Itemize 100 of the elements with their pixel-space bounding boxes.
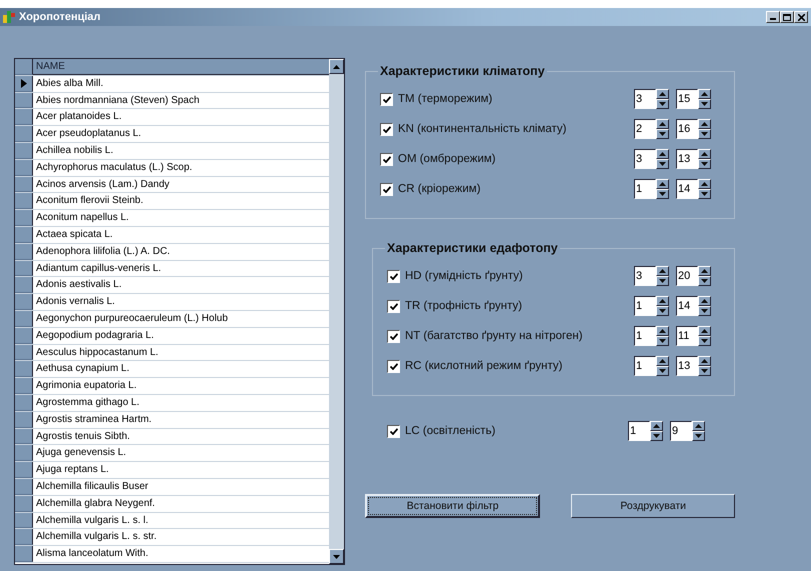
table-cell[interactable]: Alchemilla vulgaris L. s. str. — [33, 529, 329, 546]
spin-field[interactable]: 11 — [676, 326, 698, 346]
spin-up-button[interactable] — [692, 421, 705, 431]
row-indicator[interactable] — [15, 260, 33, 276]
spin-down-button[interactable] — [698, 99, 711, 109]
spin-field[interactable]: 1 — [634, 356, 656, 376]
table-cell[interactable]: Agrostemma githago L. — [33, 394, 329, 411]
spin-up-button[interactable] — [656, 149, 669, 159]
table-cell[interactable]: Agrimonia eupatoria L. — [33, 378, 329, 394]
spin-up-button[interactable] — [656, 266, 669, 276]
spin-field[interactable]: 1 — [634, 296, 656, 316]
spin-down-button[interactable] — [650, 431, 663, 441]
table-cell[interactable]: Adiantum capillus-veneris L. — [33, 260, 329, 276]
spin-down-button[interactable] — [698, 306, 711, 316]
table-cell[interactable]: Aethusa cynapium L. — [33, 361, 329, 378]
spin-up-button[interactable] — [656, 89, 669, 99]
spin-down-button[interactable] — [698, 366, 711, 376]
checkbox[interactable] — [380, 122, 393, 136]
table-cell[interactable]: Ajuga reptans L. — [33, 462, 329, 478]
spin-down-button[interactable] — [656, 276, 669, 286]
spin-up-button[interactable] — [698, 266, 711, 276]
row-indicator[interactable] — [15, 160, 33, 176]
spin-down-button[interactable] — [692, 431, 705, 441]
table-cell[interactable]: Alchemilla vulgaris L. s. l. — [33, 512, 329, 528]
spin-up-button[interactable] — [656, 296, 669, 306]
table-cell[interactable]: Adenophora lilifolia (L.) A. DC. — [33, 244, 329, 260]
checkbox[interactable] — [387, 424, 400, 438]
row-indicator[interactable] — [15, 428, 33, 444]
row-indicator[interactable] — [15, 142, 33, 159]
spin-down-button[interactable] — [656, 336, 669, 346]
row-indicator[interactable] — [15, 193, 33, 210]
spin-down-button[interactable] — [698, 159, 711, 169]
spin-field[interactable]: 15 — [676, 89, 698, 109]
table-cell[interactable]: Alisma lanceolatum With. — [33, 546, 329, 562]
spin-up-button[interactable] — [698, 296, 711, 306]
spin-up-button[interactable] — [698, 179, 711, 189]
spin-field[interactable]: 3 — [634, 89, 656, 109]
checkbox[interactable] — [380, 182, 393, 196]
row-indicator[interactable] — [15, 277, 33, 294]
table-cell[interactable]: Aesculus hippocastanum L. — [33, 344, 329, 360]
spin-field[interactable]: 16 — [676, 119, 698, 139]
row-indicator[interactable] — [15, 412, 33, 428]
spin-down-button[interactable] — [656, 366, 669, 376]
table-cell[interactable]: Aegonychon purpureocaeruleum (L.) Holub — [33, 310, 329, 327]
row-indicator[interactable] — [15, 328, 33, 344]
spin-up-button[interactable] — [698, 119, 711, 129]
action-button[interactable]: Встановити фільтр — [365, 494, 540, 518]
table-cell[interactable]: Abies nordmanniana (Steven) Spach — [33, 92, 329, 108]
spin-field[interactable]: 14 — [676, 179, 698, 199]
table-cell[interactable]: Agrostis straminea Hartm. — [33, 412, 329, 428]
spin-field[interactable]: 9 — [670, 421, 692, 441]
row-indicator[interactable] — [15, 361, 33, 378]
table-cell[interactable]: Ajuga genevensis L. — [33, 445, 329, 462]
row-indicator[interactable] — [15, 109, 33, 126]
spin-field[interactable]: 13 — [676, 356, 698, 376]
row-indicator[interactable] — [15, 92, 33, 108]
table-cell[interactable]: Abies alba Mill. — [33, 76, 329, 92]
spin-field[interactable]: 20 — [676, 266, 698, 286]
row-indicator[interactable] — [15, 344, 33, 360]
checkbox[interactable] — [387, 330, 400, 342]
spin-field[interactable]: 13 — [676, 149, 698, 169]
table-cell[interactable]: Acer platanoides L. — [33, 109, 329, 126]
spin-down-button[interactable] — [656, 189, 669, 199]
row-indicator[interactable] — [15, 394, 33, 411]
table-cell[interactable]: Agrostis tenuis Sibth. — [33, 428, 329, 444]
checkbox[interactable] — [387, 270, 400, 282]
table-cell[interactable]: Acer pseudoplatanus L. — [33, 126, 329, 142]
checkbox[interactable] — [387, 300, 400, 312]
spin-up-button[interactable] — [650, 421, 663, 431]
table-cell[interactable]: Alchemilla filicaulis Buser — [33, 478, 329, 495]
table-cell[interactable]: Alchemilla glabra Neygenf. — [33, 496, 329, 512]
spin-down-button[interactable] — [698, 336, 711, 346]
spin-field[interactable]: 3 — [634, 266, 656, 286]
spin-down-button[interactable] — [656, 129, 669, 139]
scroll-down-button[interactable] — [329, 549, 344, 564]
spin-field[interactable]: 14 — [676, 296, 698, 316]
spin-up-button[interactable] — [656, 119, 669, 129]
row-indicator[interactable] — [15, 445, 33, 462]
spin-up-button[interactable] — [698, 149, 711, 159]
row-indicator[interactable] — [15, 529, 33, 546]
row-indicator[interactable] — [15, 244, 33, 260]
table-cell[interactable]: Actaea spicata L. — [33, 226, 329, 243]
row-indicator[interactable] — [15, 496, 33, 512]
spin-field[interactable]: 2 — [634, 119, 656, 139]
spin-field[interactable]: 1 — [634, 326, 656, 346]
spin-down-button[interactable] — [656, 99, 669, 109]
spin-up-button[interactable] — [656, 179, 669, 189]
spin-up-button[interactable] — [656, 326, 669, 336]
table-cell[interactable]: Aconitum flerovii Steinb. — [33, 193, 329, 210]
close-button[interactable] — [794, 11, 808, 23]
row-indicator[interactable] — [15, 512, 33, 528]
table-cell[interactable]: Achillea nobilis L. — [33, 142, 329, 159]
spin-down-button[interactable] — [698, 276, 711, 286]
spin-up-button[interactable] — [698, 326, 711, 336]
table-cell[interactable]: Adonis vernalis L. — [33, 294, 329, 310]
spin-down-button[interactable] — [698, 189, 711, 199]
scrollbar[interactable] — [329, 59, 344, 564]
table-cell[interactable]: Aconitum napellus L. — [33, 210, 329, 226]
spin-down-button[interactable] — [698, 129, 711, 139]
column-header[interactable]: NAME — [33, 59, 329, 75]
